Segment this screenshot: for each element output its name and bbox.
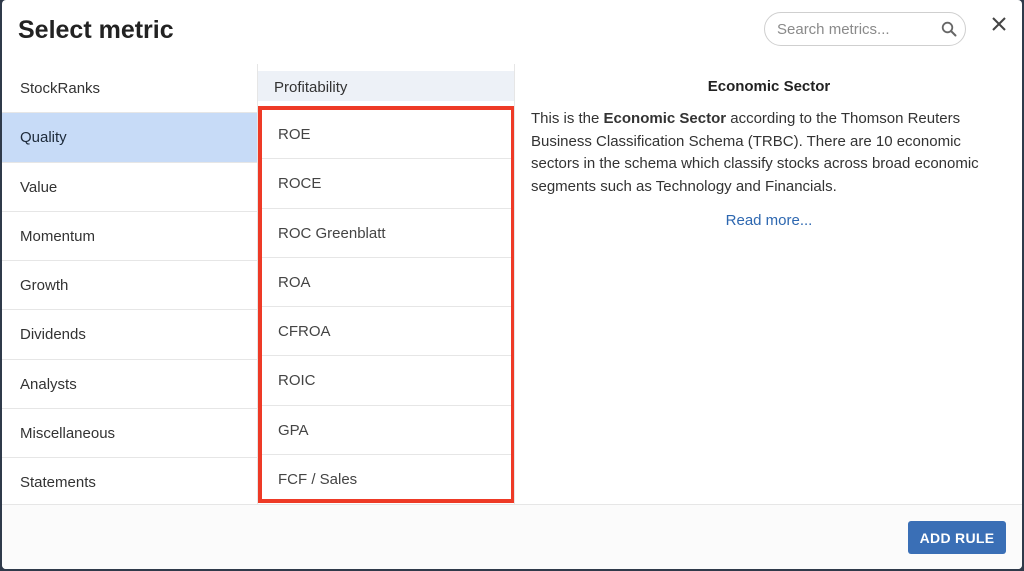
metric-list-highlight: ROE ROCE ROC Greenblatt ROA CFROA ROIC G… xyxy=(258,106,515,503)
description-title: Economic Sector xyxy=(707,78,831,95)
sidebar-item-dividends[interactable]: Dividends xyxy=(2,310,257,360)
sidebar-item-stockranks[interactable]: StockRanks xyxy=(2,64,257,114)
metric-item-roe[interactable]: ROE xyxy=(262,110,511,160)
description-text-bold: Economic Sector xyxy=(603,110,727,127)
dialog-title: Select metric xyxy=(18,16,174,44)
metric-item-gpa[interactable]: GPA xyxy=(262,406,511,456)
metric-category-header: Profitability xyxy=(258,71,514,101)
sidebar-item-analysts[interactable]: Analysts xyxy=(2,360,257,410)
sidebar-item-miscellaneous[interactable]: Miscellaneous xyxy=(2,409,257,459)
category-sidebar: StockRanks Quality Value Momentum Growth… xyxy=(2,64,258,508)
description-text-start: This is the xyxy=(531,110,604,127)
sidebar-item-growth[interactable]: Growth xyxy=(2,261,257,311)
search-icon[interactable] xyxy=(941,21,957,37)
metric-item-fcf-sales[interactable]: FCF / Sales xyxy=(262,455,511,504)
metric-item-roce[interactable]: ROCE xyxy=(262,159,511,209)
add-rule-button[interactable]: ADD RULE xyxy=(908,521,1006,554)
sidebar-item-statements[interactable]: Statements xyxy=(2,458,257,508)
sidebar-item-quality[interactable]: Quality xyxy=(2,113,257,163)
search-box[interactable] xyxy=(764,12,966,46)
read-more-link[interactable]: Read more... xyxy=(515,212,1022,229)
metric-item-cfroa[interactable]: CFROA xyxy=(262,307,511,357)
metric-column: Profitability ROE ROCE ROC Greenblatt RO… xyxy=(258,64,515,504)
dialog-footer: ADD RULE xyxy=(2,504,1022,569)
close-icon[interactable] xyxy=(988,13,1010,35)
metric-item-roa[interactable]: ROA xyxy=(262,258,511,308)
metric-description-panel: Economic Sector This is the Economic Sec… xyxy=(514,64,1022,504)
description-text: This is the Economic Sector according to… xyxy=(531,108,1011,198)
search-input[interactable] xyxy=(777,19,937,39)
metric-item-roic[interactable]: ROIC xyxy=(262,356,511,406)
dialog-header: Select metric xyxy=(2,0,1022,64)
sidebar-item-momentum[interactable]: Momentum xyxy=(2,212,257,262)
select-metric-dialog: Select metric StockRanks Quality Value M… xyxy=(2,0,1022,569)
metric-item-roc-greenblatt[interactable]: ROC Greenblatt xyxy=(262,209,511,258)
sidebar-item-value[interactable]: Value xyxy=(2,163,257,212)
